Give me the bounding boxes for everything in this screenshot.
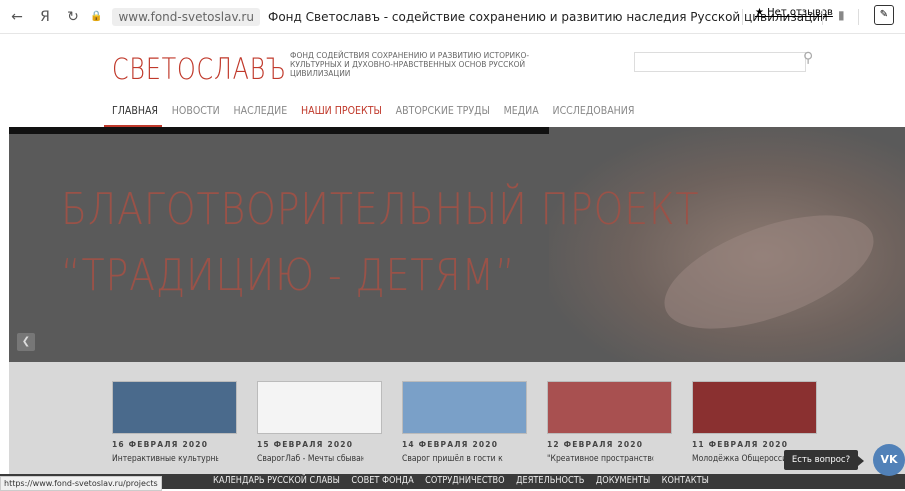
bookmark-icon[interactable]: ▮ bbox=[838, 8, 845, 22]
extension-icon[interactable]: ✎ bbox=[874, 5, 894, 25]
footer-nav: КАЛЕНДАРЬ РУССКОЙ СЛАВЫ СОВЕТ ФОНДА СОТР… bbox=[213, 475, 709, 486]
nav-item-news[interactable]: НОВОСТИ bbox=[172, 104, 220, 117]
news-date: 15 ФЕВРАЛЯ 2020 bbox=[257, 440, 354, 449]
news-thumbnail[interactable] bbox=[547, 381, 672, 434]
news-title[interactable]: Интерактивные культурные bbox=[112, 454, 218, 464]
news-thumbnail[interactable] bbox=[692, 381, 817, 434]
nav-item-home[interactable]: ГЛАВНАЯ bbox=[112, 104, 158, 117]
news-title[interactable]: СварогЛаб - Мечты сбываются bbox=[257, 454, 363, 464]
nav-item-projects[interactable]: НАШИ ПРОЕКТЫ bbox=[301, 104, 382, 117]
footer-link-documents[interactable]: ДОКУМЕНТЫ bbox=[596, 475, 650, 486]
toolbar-divider bbox=[822, 9, 823, 25]
hero-title-line2: “ТРАДИЦИЮ - ДЕТЯМ” bbox=[61, 250, 516, 301]
search-icon[interactable]: ⚲ bbox=[803, 50, 813, 66]
back-arrow-icon[interactable]: ← bbox=[6, 9, 28, 25]
footer-link-calendar[interactable]: КАЛЕНДАРЬ РУССКОЙ СЛАВЫ bbox=[213, 475, 340, 486]
search-input[interactable] bbox=[634, 52, 806, 72]
slider-prev-button[interactable]: ❮ bbox=[17, 333, 35, 351]
news-date: 12 ФЕВРАЛЯ 2020 bbox=[547, 440, 644, 449]
footer-link-cooperation[interactable]: СОТРУДНИЧЕСТВО bbox=[425, 475, 504, 486]
news-date: 16 ФЕВРАЛЯ 2020 bbox=[112, 440, 209, 449]
page-tab-title: Фонд Светославъ - содействие сохранению … bbox=[267, 9, 828, 24]
yandex-icon[interactable]: Я bbox=[34, 9, 56, 25]
site-tagline: ФОНД СОДЕЙСТВИЯ СОХРАНЕНИЮ И РАЗВИТИЮ ИС… bbox=[290, 51, 530, 78]
news-title[interactable]: Сварог пришёл в гости к bbox=[402, 454, 508, 464]
nav-item-heritage[interactable]: НАСЛЕДИЕ bbox=[233, 104, 287, 117]
hero-title-line1: БЛАГОТВОРИТЕЛЬНЫЙ ПРОЕКТ bbox=[61, 184, 700, 235]
lock-icon: 🔒 bbox=[90, 11, 103, 22]
footer-link-contacts[interactable]: КОНТАКТЫ bbox=[662, 475, 709, 486]
nav-item-authors[interactable]: АВТОРСКИЕ ТРУДЫ bbox=[396, 104, 490, 117]
chat-pointer bbox=[858, 456, 864, 466]
footer-link-council[interactable]: СОВЕТ ФОНДА bbox=[351, 475, 413, 486]
main-nav: ГЛАВНАЯ НОВОСТИ НАСЛЕДИЕ НАШИ ПРОЕКТЫ АВ… bbox=[112, 104, 634, 117]
news-date: 11 ФЕВРАЛЯ 2020 bbox=[692, 440, 789, 449]
address-bar[interactable]: www.fond-svetoslav.ru bbox=[112, 7, 260, 26]
news-thumbnail[interactable] bbox=[402, 381, 527, 434]
toolbar-divider bbox=[858, 9, 859, 25]
toolbar-divider bbox=[742, 9, 743, 25]
news-title[interactable]: Молодёжка Общероссийского bbox=[692, 454, 798, 464]
vk-icon[interactable]: VK bbox=[873, 444, 905, 476]
news-card[interactable]: 16 ФЕВРАЛЯ 2020 Интерактивные культурные bbox=[112, 381, 237, 464]
news-card[interactable]: 15 ФЕВРАЛЯ 2020 СварогЛаб - Мечты сбываю… bbox=[257, 381, 382, 464]
hero-title: БЛАГОТВОРИТЕЛЬНЫЙ ПРОЕКТ “ТРАДИЦИЮ - ДЕТ… bbox=[61, 177, 699, 309]
news-card[interactable]: 12 ФЕВРАЛЯ 2020 "Креативное пространство bbox=[547, 381, 672, 464]
hero-slider[interactable]: БЛАГОТВОРИТЕЛЬНЫЙ ПРОЕКТ “ТРАДИЦИЮ - ДЕТ… bbox=[9, 127, 905, 362]
nav-item-research[interactable]: ИССЛЕДОВАНИЯ bbox=[552, 104, 634, 117]
news-thumbnail[interactable] bbox=[257, 381, 382, 434]
footer-link-activity[interactable]: ДЕЯТЕЛЬНОСТЬ bbox=[516, 475, 584, 486]
site-logo[interactable]: СВЕТОСЛАВЪ bbox=[112, 52, 287, 86]
news-date: 14 ФЕВРАЛЯ 2020 bbox=[402, 440, 499, 449]
news-title[interactable]: "Креативное пространство bbox=[547, 454, 653, 464]
nav-item-media[interactable]: МЕДИА bbox=[504, 104, 539, 117]
news-thumbnail[interactable] bbox=[112, 381, 237, 434]
reload-icon[interactable]: ↻ bbox=[62, 9, 84, 25]
news-card[interactable]: 14 ФЕВРАЛЯ 2020 Сварог пришёл в гости к bbox=[402, 381, 527, 464]
ask-question-button[interactable]: Есть вопрос? bbox=[784, 450, 858, 470]
